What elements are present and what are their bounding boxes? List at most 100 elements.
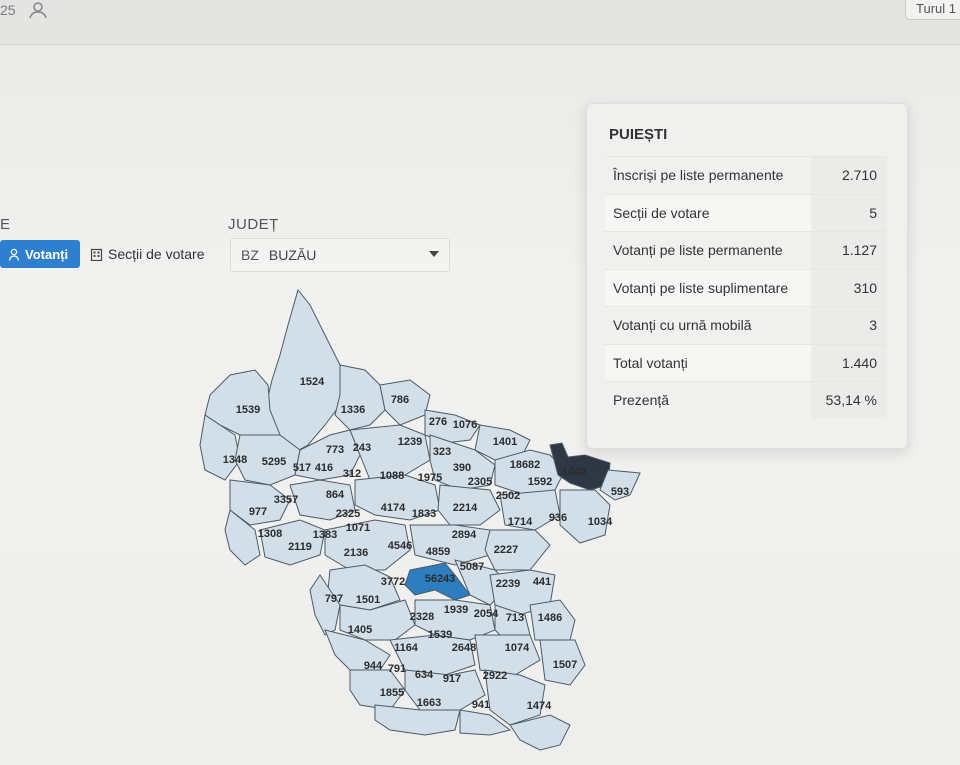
region-value-label: 2305 [468,476,492,488]
region-value-label: 2328 [410,611,434,623]
county-name: BUZĂU [268,247,317,263]
region-value-label: 1501 [356,594,380,606]
stat-label: Votanți pe liste suplimentare [613,279,789,296]
region-value-label: 2136 [344,547,368,559]
region-value-label: 2922 [483,670,507,682]
region-value-label: 1663 [417,697,441,709]
stat-row: Votanți pe liste suplimentare 310 [605,268,887,306]
region-value-label: 1034 [588,516,613,528]
region-value-label: 312 [343,468,361,480]
region-value-label: 1088 [380,470,404,482]
filter-label-partial: E [0,216,11,233]
tab-polling-sections-label: Secții de votare [108,246,205,262]
region-value-label: 1855 [380,687,404,699]
region-value-label: 4859 [426,546,450,558]
region-value-label: 243 [353,442,371,454]
person-icon [8,248,20,261]
region-value-label: 1348 [223,454,247,466]
region-value-label: 441 [533,576,551,588]
region-value-label: 864 [326,489,345,501]
county-code: BZ [241,247,259,263]
region-value-label: 1592 [528,476,552,488]
region-value-label: 1308 [258,528,282,540]
region-value-label: 1539 [236,404,260,416]
region-value-label: 797 [325,593,343,605]
stat-row: Total votanți 1.440 [605,343,887,381]
stat-label: Secții de votare [613,204,710,221]
region-value-label: 1076 [453,419,477,431]
tab-polling-sections[interactable]: Secții de votare [90,240,205,268]
region-value-label: 773 [326,444,344,456]
region-value-label: 1336 [341,404,365,416]
region-value-label: 2894 [452,529,477,541]
region-value-label: 2239 [496,578,520,590]
chevron-down-icon [429,251,439,257]
stat-value: 1.440 [811,344,887,381]
stat-value: 310 [811,269,887,306]
map-region [334,364,386,431]
stat-label: Înscriși pe liste permanente [613,167,784,184]
building-icon [90,248,103,261]
region-value-label: 1474 [527,700,552,712]
stat-label: Prezență [613,392,670,409]
region-value-label: 1833 [412,508,436,520]
region-value-label: 1074 [505,642,530,654]
region-value-label: 1164 [394,642,419,654]
region-value-label: 2054 [474,608,499,620]
region-value-label: 1383 [313,529,337,541]
region-value-label: 323 [433,446,451,458]
region-value-label: 2119 [288,541,312,553]
region-value-label: 56243 [425,573,456,585]
stat-label: Total votanți [613,354,688,371]
region-value-label: 2502 [496,490,520,502]
region-value-label: 416 [315,462,333,474]
region-value-label: 1539 [428,629,452,641]
region-value-label: 1524 [300,376,325,388]
stat-row: Secții de votare 5 [605,193,887,231]
region-value-label: 2227 [494,544,518,556]
map-regions [199,288,641,751]
region-value-label: 2648 [452,642,476,654]
region-value-label: 917 [443,673,461,685]
region-value-label: 1239 [398,436,422,448]
county-map[interactable]: 1524 1539 1336 786 276 1076 1401 1348 5295 517 416… [190,285,650,755]
region-value-label: 390 [453,462,471,474]
tab-voters[interactable]: Votanți [0,240,80,268]
stat-row: Votanți cu urnă mobilă 3 [605,306,887,344]
top-number: 25 [0,2,16,18]
region-value-label: 2325 [336,508,360,520]
round-select-button[interactable]: Turul 1 [905,0,960,20]
region-value-label: 1714 [508,516,533,528]
region-value-label: 593 [611,486,629,498]
county-select[interactable]: BZ BUZĂU [230,238,450,272]
stat-row: Votanți pe liste permanente 1.127 [605,231,887,269]
map-region [474,634,541,676]
region-value-label: 3357 [274,494,298,506]
stat-value: 3 [811,307,887,344]
map-region [409,524,491,566]
stat-value: 2.710 [811,157,887,194]
region-value-label: 941 [472,699,490,711]
region-value-label: 944 [364,660,383,672]
region-value-label: 936 [549,512,567,524]
region-value-label: 1486 [538,612,562,624]
region-value-label: 977 [249,506,267,518]
region-value-label: 1071 [346,522,370,534]
stat-label: Votanți cu urnă mobilă [613,317,752,334]
popup-stats: Înscriși pe liste permanente 2.710 Secții … [605,156,887,419]
region-value-label: 18682 [510,459,541,471]
region-value-label: 1975 [418,472,442,484]
region-value-label: 1507 [553,659,577,671]
region-value-label: 4174 [381,502,406,514]
region-value-label: 4546 [388,540,412,552]
region-value-label: 1401 [493,436,517,448]
stat-value: 5 [811,194,887,231]
region-value-label: 791 [388,663,406,675]
region-value-label: 517 [293,462,311,474]
users-icon[interactable] [28,1,48,19]
region-value-label: 5087 [460,561,484,573]
region-value-label: 1939 [444,604,468,616]
map-region [374,704,461,736]
region-value-label: 1440 [562,466,586,478]
region-value-label: 3772 [381,576,405,588]
